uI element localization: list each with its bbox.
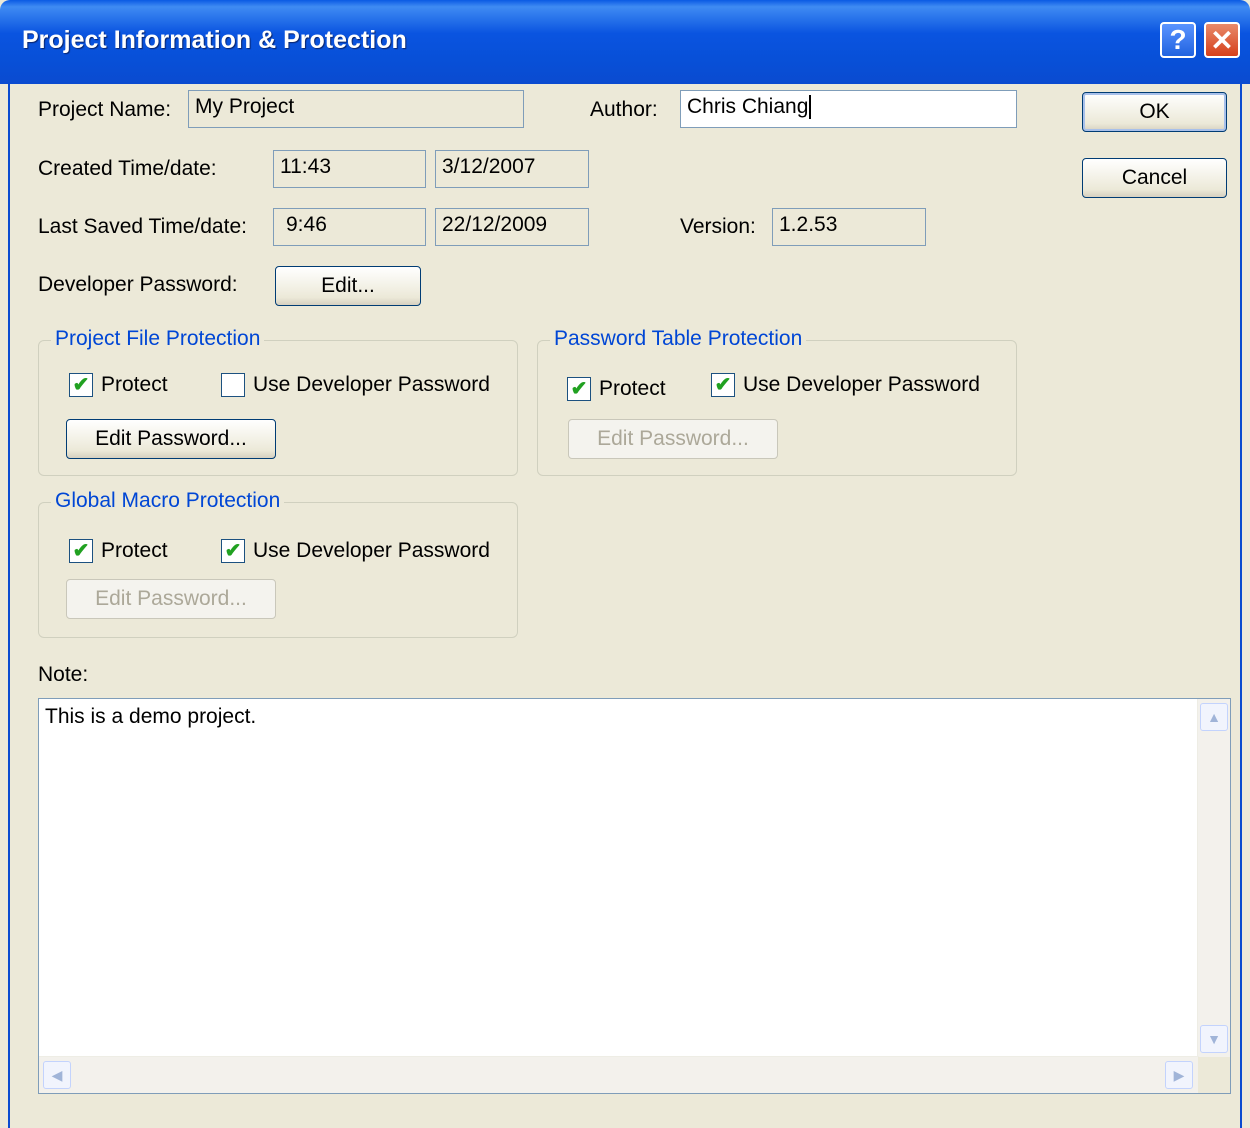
project-file-edit-password-button[interactable]: Edit Password... xyxy=(66,419,276,459)
author-label: Author: xyxy=(590,98,658,121)
vertical-scrollbar[interactable]: ▲ ▼ xyxy=(1197,699,1230,1057)
checkbox-label: Protect xyxy=(101,539,168,562)
project-name-field[interactable]: My Project xyxy=(188,90,524,128)
check-icon: ✔ xyxy=(224,540,242,562)
version-field[interactable]: 1.2.53 xyxy=(772,208,926,246)
check-icon: ✔ xyxy=(72,540,90,562)
window-title: Project Information & Protection xyxy=(22,26,407,54)
title-bar[interactable]: Project Information & Protection ? ✕ xyxy=(0,0,1250,84)
project-name-label: Project Name: xyxy=(38,98,172,121)
global-macro-protection-group: Global Macro Protection ✔ Protect ✔ Use … xyxy=(38,489,518,638)
scroll-down-icon[interactable]: ▼ xyxy=(1200,1025,1228,1053)
global-macro-protect-checkbox[interactable]: ✔ Protect xyxy=(69,539,168,563)
global-macro-use-dev-checkbox[interactable]: ✔ Use Developer Password xyxy=(221,539,490,563)
ok-button[interactable]: OK xyxy=(1082,92,1227,132)
note-text: This is a demo project. xyxy=(45,705,257,728)
cancel-button[interactable]: Cancel xyxy=(1082,158,1227,198)
password-table-edit-password-button[interactable]: Edit Password... xyxy=(568,419,778,459)
checkbox-box: ✔ xyxy=(69,539,93,563)
checkbox-box: ✔ xyxy=(69,373,93,397)
checkbox-label: Use Developer Password xyxy=(743,373,980,396)
check-icon: ✔ xyxy=(570,378,588,400)
project-file-protection-group: Project File Protection ✔ Protect Use De… xyxy=(38,327,518,476)
check-icon: ✔ xyxy=(72,374,90,396)
check-icon: ✔ xyxy=(714,374,732,396)
developer-password-label: Developer Password: xyxy=(38,273,238,296)
scrollbar-corner xyxy=(1198,1057,1230,1093)
version-label: Version: xyxy=(680,215,756,238)
note-textarea[interactable]: This is a demo project. ▲ ▼ ◀ ▶ xyxy=(38,698,1231,1094)
project-file-use-dev-checkbox[interactable]: Use Developer Password xyxy=(221,373,490,397)
saved-time-field[interactable]: 9:46 xyxy=(273,208,426,246)
saved-date-field[interactable]: 22/12/2009 xyxy=(435,208,589,246)
text-caret xyxy=(809,95,812,120)
checkbox-box xyxy=(221,373,245,397)
global-macro-edit-password-button[interactable]: Edit Password... xyxy=(66,579,276,619)
password-table-use-dev-checkbox[interactable]: ✔ Use Developer Password xyxy=(711,373,980,397)
author-field[interactable]: Chris Chiang xyxy=(680,90,1017,128)
scroll-left-icon[interactable]: ◀ xyxy=(43,1061,71,1089)
password-table-protect-checkbox[interactable]: ✔ Protect xyxy=(567,377,666,401)
author-value: Chris Chiang xyxy=(687,95,809,118)
checkbox-label: Use Developer Password xyxy=(253,539,490,562)
checkbox-box: ✔ xyxy=(221,539,245,563)
note-label: Note: xyxy=(38,663,89,686)
developer-password-edit-button[interactable]: Edit... xyxy=(275,266,421,306)
group-title: Project File Protection xyxy=(51,327,265,351)
group-title: Password Table Protection xyxy=(550,327,807,351)
created-date-field[interactable]: 3/12/2007 xyxy=(435,150,589,188)
scroll-right-icon[interactable]: ▶ xyxy=(1165,1061,1193,1089)
checkbox-label: Use Developer Password xyxy=(253,373,490,396)
password-table-protection-group: Password Table Protection ✔ Protect ✔ Us… xyxy=(537,327,1017,476)
dialog-body: Project Name: My Project Author: Chris C… xyxy=(8,84,1242,1128)
checkbox-box: ✔ xyxy=(567,377,591,401)
created-label: Created Time/date: xyxy=(38,157,217,180)
created-time-field[interactable]: 11:43 xyxy=(273,150,426,188)
checkbox-label: Protect xyxy=(101,373,168,396)
horizontal-scrollbar[interactable]: ◀ ▶ xyxy=(39,1056,1199,1093)
checkbox-label: Protect xyxy=(599,377,666,400)
dialog-window: Project Information & Protection ? ✕ Pro… xyxy=(0,0,1250,1128)
close-icon[interactable]: ✕ xyxy=(1204,22,1240,58)
checkbox-box: ✔ xyxy=(711,373,735,397)
group-title: Global Macro Protection xyxy=(51,489,285,513)
project-file-protect-checkbox[interactable]: ✔ Protect xyxy=(69,373,168,397)
last-saved-label: Last Saved Time/date: xyxy=(38,215,247,238)
scroll-up-icon[interactable]: ▲ xyxy=(1200,703,1228,731)
help-icon[interactable]: ? xyxy=(1160,22,1196,58)
